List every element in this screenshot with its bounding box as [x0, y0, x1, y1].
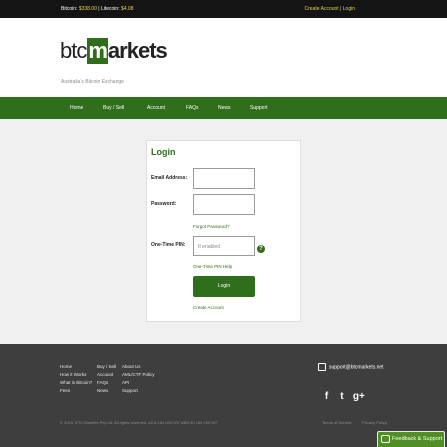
help-icon[interactable]: ? — [257, 245, 265, 253]
footer-link-support[interactable]: Support — [122, 387, 155, 395]
nav-account[interactable]: Account — [147, 105, 165, 111]
login-button[interactable]: Login — [193, 276, 255, 297]
create-account-link[interactable]: Create Account — [304, 6, 338, 12]
footer-link-fees[interactable]: Fees — [60, 387, 92, 395]
footer-link-what-is-bitcoin[interactable]: What is Bitcoin? — [60, 379, 92, 387]
tagline: Australia's Bitcoin Exchange — [61, 79, 124, 85]
facebook-icon[interactable]: f — [322, 390, 331, 404]
litecoin-price: $4.08 — [120, 6, 134, 12]
terms-link[interactable]: Terms of Service — [322, 420, 352, 425]
otp-label: One-Time PIN: — [151, 242, 186, 248]
support-email[interactable]: support@btcmarkets.net — [318, 363, 384, 371]
bitcoin-label: Bitcoin: — [61, 6, 78, 12]
social-links: f t g+ — [322, 386, 365, 404]
footer-link-about[interactable]: About Us — [122, 363, 155, 371]
footer-link-account[interactable]: Account — [97, 371, 116, 379]
email-label: Email Address: — [151, 175, 188, 181]
footer-col-1: Home How it Works What is Bitcoin? Fees — [60, 363, 92, 395]
footer-col-2: Buy / Sell Account FAQs News — [97, 363, 116, 395]
create-account-link[interactable]: Create Account — [193, 305, 224, 310]
logo[interactable]: btcmarkets — [60, 38, 168, 64]
forgot-password-link[interactable]: Forgot Password? — [193, 224, 230, 229]
nav-home[interactable]: Home — [70, 105, 83, 111]
email-field[interactable] — [193, 168, 255, 189]
password-field[interactable] — [193, 194, 255, 215]
twitter-icon[interactable]: t — [337, 390, 346, 404]
footer-link-buy-sell[interactable]: Buy / Sell — [97, 363, 116, 371]
footer-link-api[interactable]: API — [122, 379, 155, 387]
home-icon — [318, 363, 326, 371]
nav-faqs[interactable]: FAQs — [186, 105, 199, 111]
footer-link-news[interactable]: News — [97, 387, 116, 395]
footer-link-how-it-works[interactable]: How it Works — [60, 371, 92, 379]
litecoin-label: Litecoin: — [100, 6, 120, 12]
otp-placeholder: If enabled — [198, 244, 220, 250]
copyright: © 2015, BTC Markets Pty Ltd. All rights … — [60, 420, 218, 425]
otp-help-link[interactable]: One-Time PIN Help — [193, 264, 232, 269]
footer-col-3: About Us AML/CTF Policy API Support — [122, 363, 155, 395]
footer-link-faqs[interactable]: FAQs — [97, 379, 116, 387]
bitcoin-price: $338.00 — [78, 6, 97, 12]
nav-support[interactable]: Support — [250, 105, 268, 111]
top-bar: Bitcoin: $338.00 | Litecoin: $4.08 Creat… — [0, 0, 447, 18]
google-plus-icon[interactable]: g+ — [353, 390, 365, 404]
password-label: Password: — [151, 201, 177, 207]
chat-icon — [381, 435, 390, 443]
account-links: Create Account | Login — [304, 6, 355, 12]
footer-link-aml[interactable]: AML/CTF Policy — [122, 371, 155, 379]
nav-buy-sell[interactable]: Buy / Sell — [103, 105, 124, 111]
main-nav: Home Buy / Sell Account FAQs News Suppor… — [0, 97, 447, 119]
privacy-link[interactable]: Privacy Policy — [362, 420, 387, 425]
footer-link-home[interactable]: Home — [60, 363, 92, 371]
otp-field[interactable]: If enabled — [193, 236, 255, 256]
price-ticker: Bitcoin: $338.00 | Litecoin: $4.08 — [61, 6, 134, 12]
nav-news[interactable]: News — [218, 105, 231, 111]
header: btcmarkets Australia's Bitcoin Exchange — [0, 18, 447, 98]
feedback-button[interactable]: Feedback & Support — [377, 431, 445, 447]
login-card: Login Email Address: Password: Forgot Pa… — [146, 140, 301, 322]
login-title: Login — [151, 147, 176, 157]
login-link[interactable]: Login — [343, 6, 355, 12]
